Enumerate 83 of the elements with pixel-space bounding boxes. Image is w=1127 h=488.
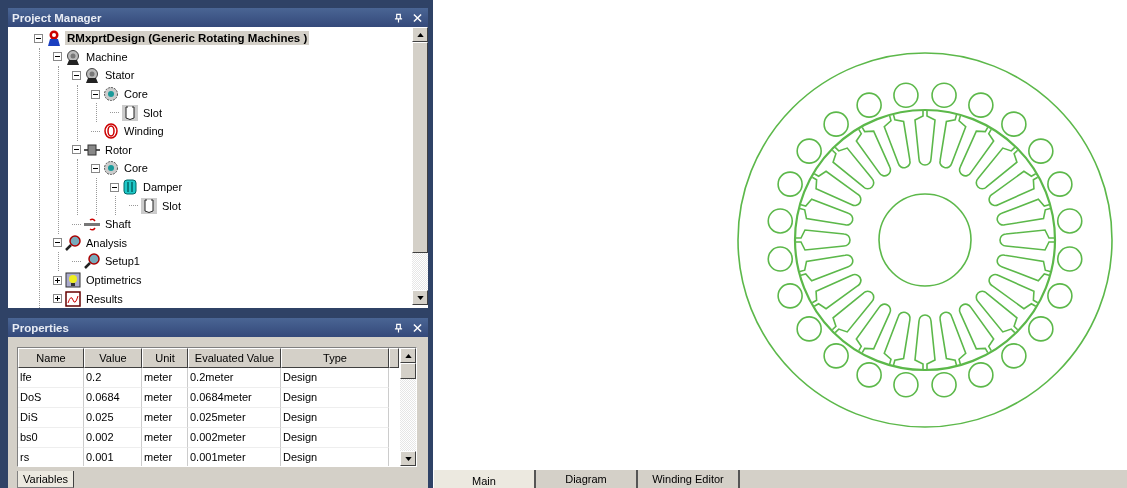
table-cell: 0.2meter [188,368,281,388]
table-cell: 0.0684meter [188,388,281,408]
tree-item[interactable]: Stator [103,68,137,83]
tree-item[interactable]: Machine [84,49,130,64]
pin-icon[interactable] [394,322,403,333]
table-cell: 0.001meter [188,448,281,466]
gear-icon [103,86,119,103]
column-header[interactable]: Value [84,348,142,368]
table-cell: Design [281,368,389,388]
machine-icon [84,67,100,84]
magnifier-icon [84,253,100,270]
collapse-toggle[interactable] [53,52,62,62]
close-icon[interactable] [413,12,422,23]
table-cell: 0.002 [84,428,142,448]
tree-item[interactable]: Optimetrics [84,273,144,287]
column-header[interactable]: Name [18,348,84,368]
table-cell: meter [142,408,188,428]
scroll-thumb[interactable] [412,42,428,253]
slot-icon [122,104,138,121]
collapse-toggle[interactable] [91,89,100,99]
rotor-icon [84,141,100,158]
tree-item[interactable]: Core [122,161,150,176]
column-header[interactable]: Unit [142,348,188,368]
collapse-toggle[interactable] [53,238,62,248]
tree-item[interactable]: Winding [122,124,166,139]
table-cell: 0.2 [84,368,142,388]
table-cell: Design [281,388,389,408]
table-cell: meter [142,428,188,448]
table-cell: Design [281,408,389,428]
tree-item[interactable]: RMxprtDesign (Generic Rotating Machines ) [65,31,310,46]
tree-item[interactable]: Analysis [84,235,129,250]
scroll-thumb[interactable] [400,363,416,379]
column-header[interactable]: Type [281,348,389,368]
table-cell: 0.0684 [84,388,142,408]
expand-toggle[interactable] [53,294,62,304]
table-cell: 0.002meter [188,428,281,448]
pin-icon[interactable] [394,12,403,23]
table-cell: bs0 [18,428,84,448]
table-cell: 0.025meter [188,408,281,428]
collapse-toggle[interactable] [72,71,81,80]
collapse-toggle[interactable] [34,33,43,43]
tab[interactable]: Diagram [536,470,638,488]
lightbulb-icon [65,272,81,288]
collapse-toggle[interactable] [91,163,100,173]
panel-title: Project Manager [12,11,102,24]
tree-item[interactable]: Setup1 [103,254,142,269]
tree-item[interactable]: Slot [141,105,164,120]
shaft-icon [84,216,100,233]
table-cell: lfe [18,368,84,388]
table-cell: rs [18,448,84,466]
tree-item[interactable]: Results [84,291,125,306]
table-cell: meter [142,388,188,408]
table-cell: 0.025 [84,408,142,428]
table-cell: DoS [18,388,84,408]
scrollbar[interactable] [400,348,416,466]
collapse-toggle[interactable] [110,182,119,192]
tree-item[interactable]: Shaft [103,217,133,232]
table-cell: DiS [18,408,84,428]
table-cell: Design [281,448,389,466]
column-header[interactable]: Evaluated Value [188,348,281,368]
table-cell: meter [142,448,188,466]
close-icon[interactable] [413,322,422,333]
tab[interactable]: Main [433,470,536,488]
tree-item[interactable]: Core [122,87,150,102]
machine-icon [65,48,81,65]
collapse-toggle[interactable] [72,145,81,155]
panel-title: Properties [12,321,69,334]
cage-icon [122,179,138,196]
tab[interactable]: Variables [17,471,75,488]
expand-toggle[interactable] [53,275,62,285]
tree-item[interactable]: Damper [141,180,185,195]
scrollbar[interactable] [412,27,428,305]
table-cell: meter [142,368,188,388]
table-cell: 0.001 [84,448,142,466]
slot-icon [141,197,157,214]
tree-item[interactable]: Rotor [103,142,134,157]
table-cell: Design [281,428,389,448]
gear-icon [103,160,119,177]
magnifier-icon [65,234,81,251]
tree-item[interactable]: Slot [160,198,183,213]
coil-icon [103,123,119,140]
tab[interactable]: Winding Editor [638,470,740,488]
column-header[interactable] [389,348,399,368]
